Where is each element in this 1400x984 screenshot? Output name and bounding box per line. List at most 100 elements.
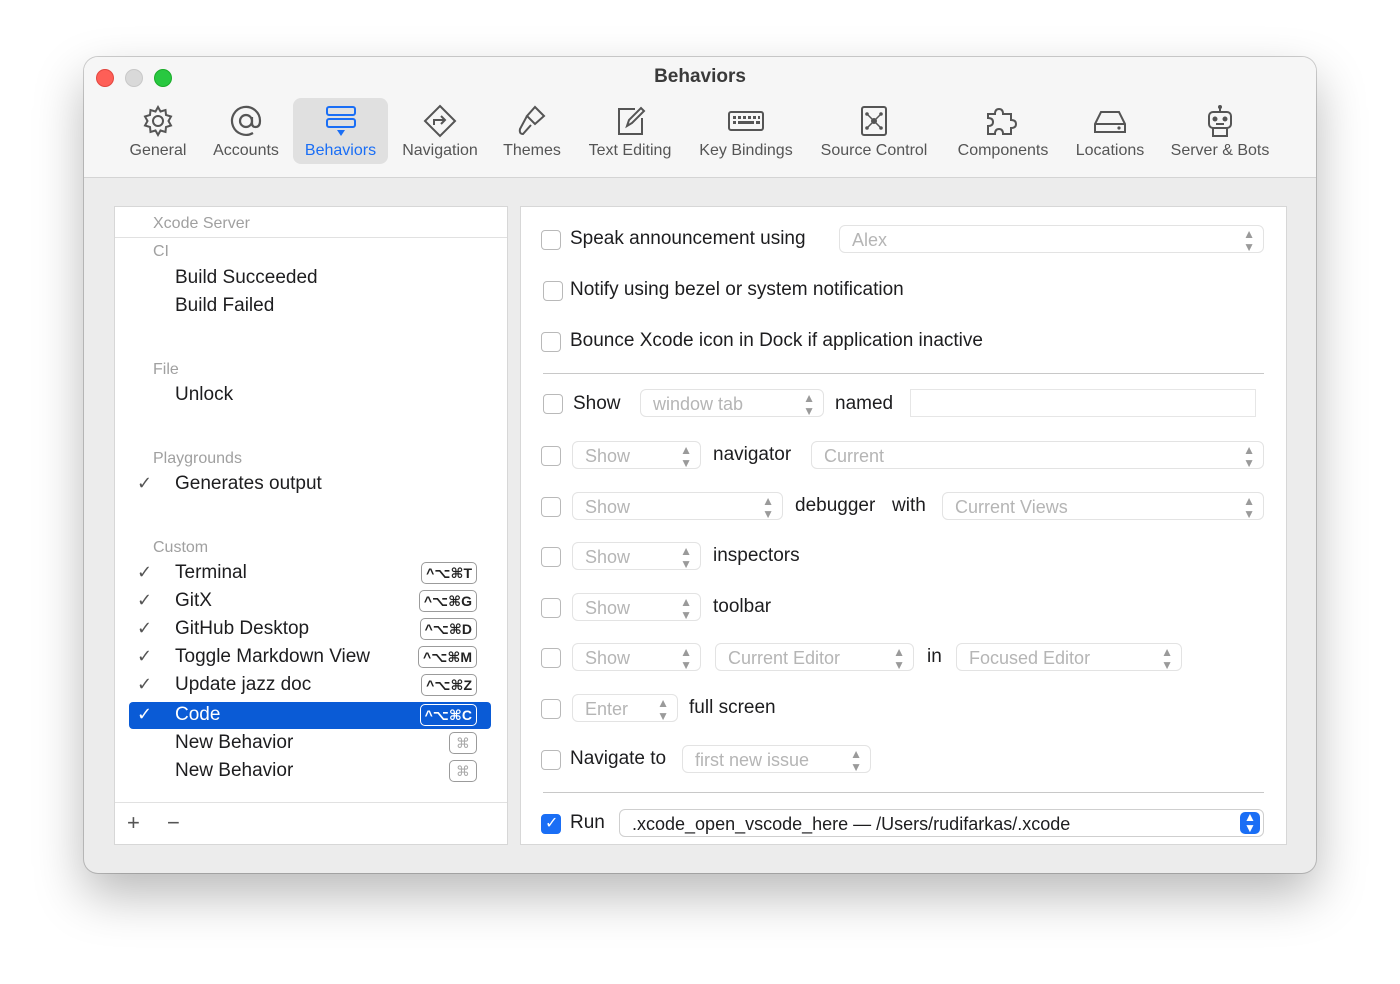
group-header-xcode-server: Xcode Server: [153, 215, 250, 232]
tab-components[interactable]: Components: [948, 98, 1058, 164]
list-item-toggle-markdown-view[interactable]: ✓ Toggle Markdown View ^⌥⌘M: [129, 644, 491, 671]
notify-checkbox[interactable]: [543, 281, 563, 301]
shortcut-badge[interactable]: ⌘: [449, 760, 477, 782]
navigate-checkbox[interactable]: [541, 750, 561, 770]
group-header-playgrounds: Playgrounds: [153, 450, 242, 467]
list-item-build-succeeded[interactable]: Build Succeeded: [129, 265, 491, 292]
list-item-build-failed[interactable]: Build Failed: [129, 293, 491, 320]
chevron-updown-icon: ▲ ▼: [680, 645, 692, 672]
chevron-updown-icon: ▲ ▼: [893, 645, 905, 672]
fullscreen-popup[interactable]: Enter ▲ ▼: [572, 694, 678, 723]
navigator-popup[interactable]: Current ▲ ▼: [811, 441, 1264, 470]
list-item-new-behavior[interactable]: New Behavior ⌘: [129, 758, 491, 785]
list-item-label: New Behavior: [175, 760, 294, 781]
disk-icon: [1067, 104, 1153, 138]
navigator-label: navigator: [713, 444, 792, 465]
divider: [543, 373, 1264, 374]
in-label: in: [927, 646, 942, 667]
voice-popup[interactable]: Alex ▲ ▼: [839, 225, 1264, 254]
list-item-label: Update jazz doc: [175, 674, 312, 695]
bounce-label: Bounce Xcode icon in Dock if application…: [570, 330, 983, 351]
inspectors-show-popup[interactable]: Show ▲ ▼: [572, 542, 701, 571]
toolbar-label: toolbar: [713, 596, 772, 617]
speak-checkbox[interactable]: [541, 230, 561, 250]
list-item-label: Build Failed: [175, 295, 275, 316]
tab-navigation[interactable]: Navigation: [393, 98, 487, 164]
shortcut-badge[interactable]: ^⌥⌘D: [419, 618, 477, 640]
checkmark-icon: ✓: [137, 618, 153, 638]
inspectors-checkbox[interactable]: [541, 547, 561, 567]
keyboard-icon: [691, 104, 801, 138]
debugger-checkbox[interactable]: [541, 497, 561, 517]
navigate-popup[interactable]: first new issue ▲ ▼: [682, 745, 871, 774]
tab-type-popup[interactable]: window tab ▲ ▼: [640, 389, 824, 418]
list-item-unlock[interactable]: Unlock: [129, 382, 491, 409]
toolbar-show-popup[interactable]: Show ▲ ▼: [572, 593, 701, 622]
tab-key-bindings[interactable]: Key Bindings: [691, 98, 801, 164]
tab-label: Key Bindings: [699, 142, 793, 159]
tab-locations[interactable]: Locations: [1067, 98, 1153, 164]
checkmark-icon: ✓: [137, 704, 153, 724]
show-tab-row: Show window tab ▲ ▼ named: [521, 389, 1286, 419]
list-item-label: New Behavior: [175, 732, 294, 753]
shortcut-badge[interactable]: ^⌥⌘T: [421, 562, 477, 584]
fullscreen-label: full screen: [689, 697, 776, 718]
show-tab-checkbox[interactable]: [543, 394, 563, 414]
fullscreen-checkbox[interactable]: [541, 699, 561, 719]
debugger-show-popup[interactable]: Show ▲ ▼: [572, 492, 783, 521]
shortcut-badge[interactable]: ^⌥⌘M: [418, 646, 477, 668]
debugger-views-popup[interactable]: Current Views ▲ ▼: [942, 492, 1264, 521]
editor-checkbox[interactable]: [541, 648, 561, 668]
navigator-show-popup[interactable]: Show ▲ ▼: [572, 441, 701, 470]
list-item-update-jazz-doc[interactable]: ✓ Update jazz doc ^⌥⌘Z: [129, 672, 491, 699]
shortcut-badge[interactable]: ^⌥⌘Z: [421, 674, 477, 696]
debugger-show-value: Show: [585, 497, 631, 517]
run-script-value: .xcode_open_vscode_here — /Users/rudifar…: [632, 814, 1071, 834]
tab-themes[interactable]: Themes: [496, 98, 568, 164]
chevron-updown-icon: ▲ ▼: [762, 494, 774, 521]
list-item-terminal[interactable]: ✓ Terminal ^⌥⌘T: [129, 560, 491, 587]
inspectors-show-value: Show: [585, 547, 631, 567]
with-label: with: [892, 495, 926, 516]
behavior-settings: Speak announcement using Alex ▲ ▼ Notify …: [520, 206, 1287, 845]
tab-text-editing[interactable]: Text Editing: [580, 98, 680, 164]
list-item-label: Toggle Markdown View: [175, 646, 371, 667]
tab-source-control[interactable]: Source Control: [812, 98, 936, 164]
remove-behavior-button[interactable]: −: [167, 810, 180, 836]
inspectors-row: Show ▲ ▼ inspectors: [521, 542, 1286, 572]
tab-name-field[interactable]: [910, 389, 1256, 417]
editor-show-popup[interactable]: Show ▲ ▼: [572, 643, 701, 672]
tab-server-bots[interactable]: Server & Bots: [1162, 98, 1278, 164]
shortcut-badge[interactable]: ^⌥⌘C: [419, 704, 477, 726]
list-item-code[interactable]: ✓ Code ^⌥⌘C: [129, 702, 491, 729]
list-item-new-behavior[interactable]: New Behavior ⌘: [129, 730, 491, 757]
add-behavior-button[interactable]: +: [127, 810, 140, 836]
shortcut-badge[interactable]: ^⌥⌘G: [418, 590, 477, 612]
run-checkbox[interactable]: [541, 813, 561, 834]
tab-label: Accounts: [213, 142, 279, 159]
bounce-checkbox[interactable]: [541, 332, 561, 352]
list-item-label: Generates output: [175, 473, 322, 494]
list-item-generates-output[interactable]: ✓ Generates output: [129, 471, 491, 498]
navigator-checkbox[interactable]: [541, 446, 561, 466]
target-editor-popup[interactable]: Focused Editor ▲ ▼: [956, 643, 1182, 672]
list-item-gitx[interactable]: ✓ GitX ^⌥⌘G: [129, 588, 491, 615]
list-item-label: Code: [175, 704, 221, 725]
tab-label: Server & Bots: [1170, 142, 1270, 159]
shortcut-badge[interactable]: ⌘: [449, 732, 477, 754]
tab-label: Behaviors: [304, 142, 377, 159]
tab-accounts[interactable]: Accounts: [204, 98, 288, 164]
bounce-row: Bounce Xcode icon in Dock if application…: [521, 327, 1286, 357]
voice-value: Alex: [852, 230, 888, 250]
tab-general[interactable]: General: [120, 98, 196, 164]
toolbar-checkbox[interactable]: [541, 598, 561, 618]
run-script-popup[interactable]: .xcode_open_vscode_here — /Users/rudifar…: [619, 809, 1264, 837]
behaviors-list[interactable]: Xcode Server CI Build Succeeded Build Fa…: [114, 206, 508, 845]
tab-behaviors[interactable]: Behaviors: [293, 98, 388, 164]
list-item-github-desktop[interactable]: ✓ GitHub Desktop ^⌥⌘D: [129, 616, 491, 643]
editor-popup[interactable]: Current Editor ▲ ▼: [715, 643, 914, 672]
checkmark-icon: ✓: [137, 473, 153, 493]
speak-label: Speak announcement using: [570, 228, 806, 249]
named-label: named: [835, 393, 894, 414]
chevron-updown-icon: ▲ ▼: [657, 696, 669, 723]
